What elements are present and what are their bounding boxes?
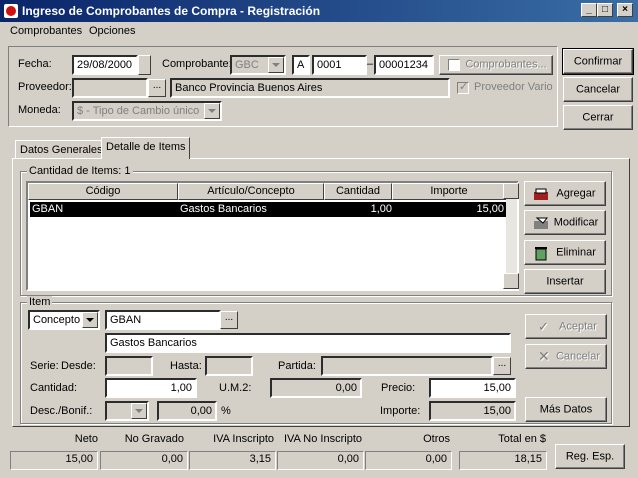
column-header-importe[interactable]: Importe — [392, 183, 506, 200]
table-row[interactable]: GBAN Gastos Bancarios 1,00 15,00 — [30, 202, 506, 217]
total-iva-no-inscripto: 0,00 — [277, 451, 364, 470]
tab-detalle-items[interactable]: Detalle de Items — [101, 137, 191, 159]
cell-cantidad: 1,00 — [370, 203, 392, 215]
total-label-iva-inscripto: IVA Inscripto — [213, 433, 274, 445]
cantidad-label: Cantidad: — [30, 382, 78, 394]
modificar-button[interactable]: Modificar — [524, 210, 606, 235]
proveedor-code-field[interactable] — [72, 78, 148, 98]
cell-codigo: GBAN — [32, 203, 64, 215]
proveedor-name-field[interactable]: Banco Provincia Buenos Aires — [170, 78, 450, 98]
desde-label: Desde: — [61, 360, 96, 372]
aceptar-button[interactable]: ✓ Aceptar — [525, 314, 607, 339]
um2-label: U.M.2: — [219, 382, 252, 394]
maximize-button[interactable]: □ — [597, 3, 613, 17]
comprobante-sep: – — [367, 58, 374, 70]
desde-field[interactable] — [105, 356, 153, 376]
column-header-articulo[interactable]: Artículo/Concepto — [178, 183, 324, 200]
item-lookup-button[interactable]: ... — [220, 311, 238, 329]
close-icon: ✕ — [538, 348, 550, 364]
reg-esp-button[interactable]: Reg. Esp. — [555, 444, 625, 469]
confirmar-button[interactable]: Confirmar — [562, 48, 634, 75]
importe-field[interactable]: 15,00 — [429, 401, 516, 421]
chevron-down-icon[interactable] — [82, 312, 98, 328]
check-icon: ✓ — [538, 319, 549, 334]
eliminar-button[interactable]: Eliminar — [524, 240, 606, 265]
precio-field[interactable]: 15,00 — [429, 378, 516, 398]
comprobantes-button[interactable]: Comprobantes... — [439, 55, 553, 75]
chevron-down-icon[interactable] — [268, 57, 284, 73]
um2-field[interactable]: 0,00 — [270, 378, 362, 398]
comprobantes-checkbox[interactable] — [448, 59, 460, 71]
proveedor-vario-checkbox[interactable] — [457, 80, 469, 94]
importe-label: Importe: — [380, 405, 421, 417]
item-cancelar-button[interactable]: ✕ Cancelar — [525, 344, 607, 369]
menu-opciones[interactable]: Opciones — [89, 25, 135, 37]
chevron-down-icon[interactable] — [131, 403, 147, 419]
item-codigo-field[interactable]: GBAN — [105, 310, 221, 330]
fecha-field[interactable]: 29/08/2000 — [72, 55, 138, 75]
comprobantes-button-label: Comprobantes... — [465, 58, 547, 71]
total-otros: 0,00 — [365, 451, 452, 470]
cerrar-button[interactable]: Cerrar — [563, 105, 633, 130]
hasta-label: Hasta: — [170, 360, 202, 372]
scroll-down-arrow[interactable] — [503, 273, 519, 289]
column-header-cantidad[interactable]: Cantidad — [324, 183, 392, 200]
menu-bar: Comprobantes Opciones — [0, 22, 638, 41]
window-title: Ingreso de Comprobantes de Compra - Regi… — [22, 4, 321, 18]
app-icon — [4, 4, 18, 18]
menu-comprobantes[interactable]: Comprobantes — [10, 25, 82, 37]
item-descripcion-field[interactable]: Gastos Bancarios — [105, 333, 511, 353]
serie-label: Serie: — [30, 360, 59, 372]
items-grid[interactable]: Código Artículo/Concepto Cantidad Import… — [26, 181, 519, 291]
hasta-field[interactable] — [205, 356, 253, 376]
column-header-codigo[interactable]: Código — [28, 183, 178, 200]
total-label-neto: Neto — [74, 433, 98, 445]
agregar-button[interactable]: Agregar — [524, 181, 606, 206]
partida-lookup-button[interactable]: ... — [493, 357, 511, 375]
percent-label: % — [221, 405, 231, 417]
proveedor-lookup-button[interactable]: ... — [148, 79, 166, 97]
insertar-button[interactable]: Insertar — [524, 269, 606, 294]
minimize-button[interactable]: _ — [581, 3, 597, 17]
total-label-iva-no-inscripto: IVA No Inscripto — [283, 433, 362, 445]
comprobante-num-field[interactable]: 00001234 — [374, 55, 434, 75]
total-iva-inscripto: 3,15 — [189, 451, 276, 470]
items-count-title: Cantidad de Items: 1 — [27, 165, 133, 177]
precio-label: Precio: — [381, 382, 416, 394]
scroll-up-arrow[interactable] — [503, 183, 519, 199]
partida-field[interactable] — [321, 356, 493, 376]
fecha-label: Fecha: — [18, 58, 52, 70]
total-general: 18,15 — [459, 451, 547, 470]
cell-importe: 15,00 — [476, 203, 504, 215]
title-bar: Ingreso de Comprobantes de Compra - Regi… — [0, 0, 638, 22]
proveedor-vario-label: Proveedor Vario — [474, 81, 553, 93]
tab-datos-generales[interactable]: Datos Generales — [15, 140, 108, 158]
item-group-title: Item — [27, 296, 53, 308]
close-button[interactable]: × — [617, 3, 633, 17]
proveedor-label: Proveedor: — [18, 81, 72, 93]
moneda-combo[interactable]: $ - Tipo de Cambio único — [72, 101, 222, 121]
comprobante-label: Comprobante: — [162, 58, 232, 70]
partida-label: Partida: — [278, 360, 316, 372]
comprobante-letra-field[interactable]: A — [292, 55, 310, 75]
desc-field[interactable]: 0,00 — [157, 401, 217, 421]
total-no-gravado: 0,00 — [100, 451, 188, 470]
total-label-otros: Otros — [423, 433, 450, 445]
desc-label: Desc./Bonif.: — [30, 405, 93, 417]
cancelar-button[interactable]: Cancelar — [563, 77, 633, 102]
comprobante-pv-field[interactable]: 0001 — [312, 55, 367, 75]
cantidad-field[interactable]: 1,00 — [105, 378, 197, 398]
moneda-label: Moneda: — [18, 104, 61, 116]
total-neto: 15,00 — [10, 451, 98, 470]
mas-datos-button[interactable]: Más Datos — [525, 397, 607, 422]
total-label-no-gravado: No Gravado — [124, 433, 184, 445]
cell-articulo: Gastos Bancarios — [180, 203, 267, 215]
fecha-spinner[interactable] — [138, 55, 151, 75]
chevron-down-icon[interactable] — [204, 103, 220, 119]
total-label-total: Total en $ — [498, 433, 546, 445]
